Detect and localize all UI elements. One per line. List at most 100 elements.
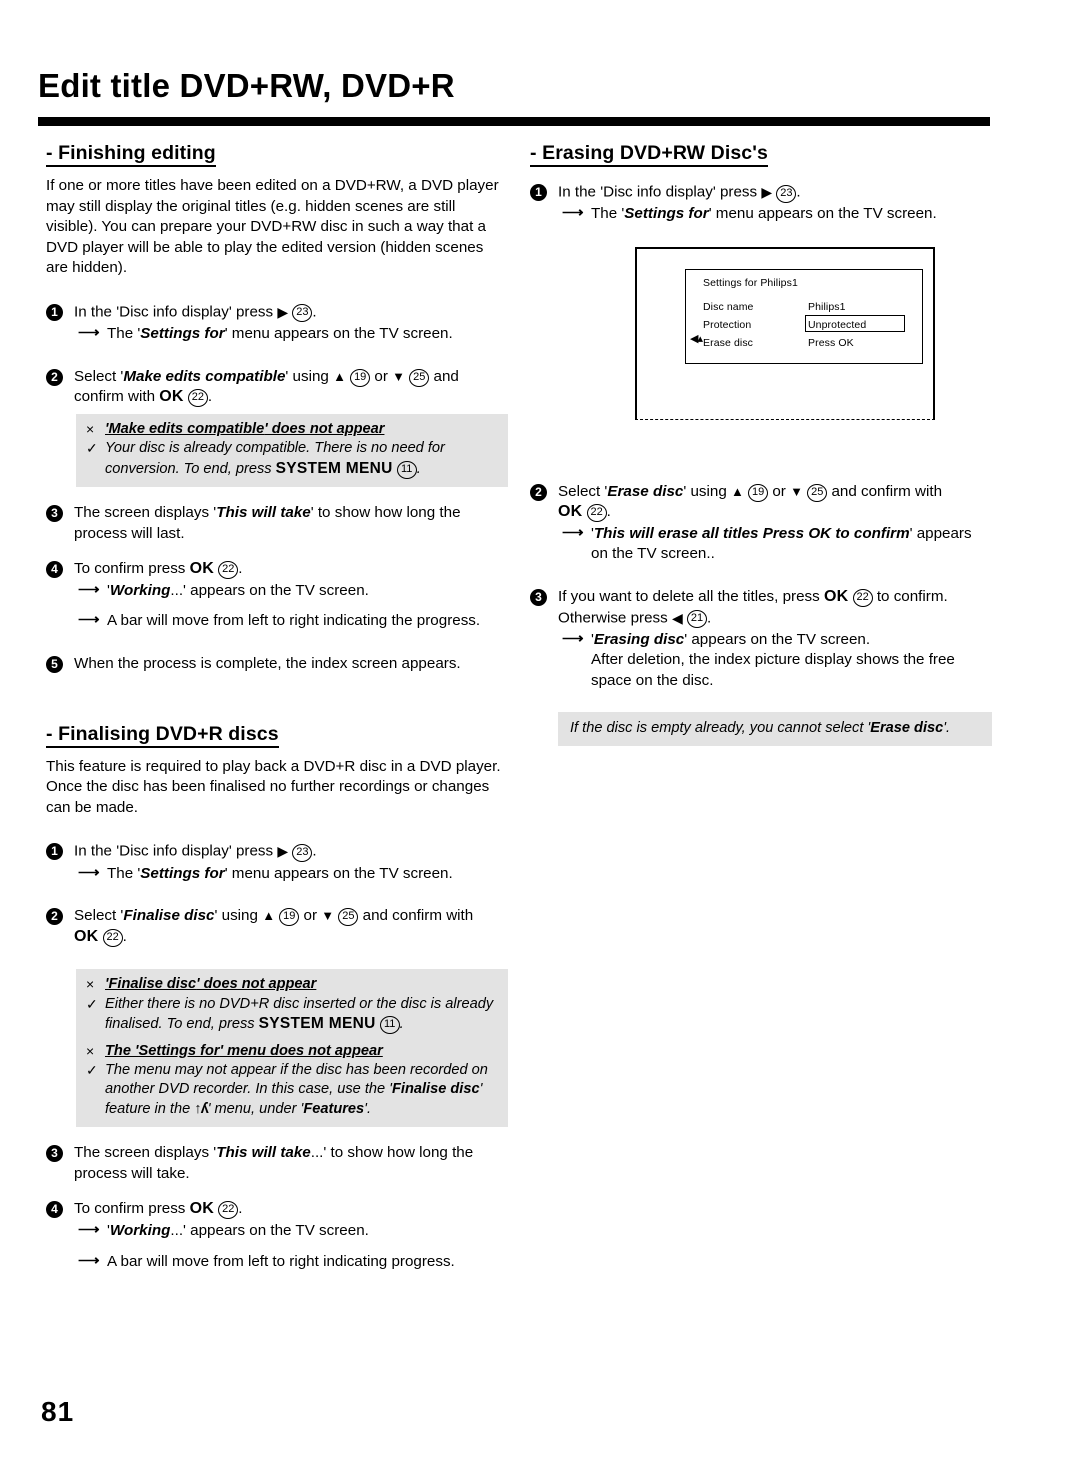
result-emphasis: Erasing disc (593, 630, 685, 648)
step-1-finalising: 1 In the 'Disc info display' press ▶ 23.… (46, 841, 508, 884)
step-text-a: Select ' (558, 482, 608, 500)
note-body-row-2: ✓ The menu may not appear if the disc ha… (86, 1061, 498, 1119)
manual-page: Edit title DVD+RW, DVD+R - Finishing edi… (0, 0, 1080, 1473)
result-text-b: ' appears on the TV screen. (684, 630, 871, 648)
step-text-end: . (796, 183, 801, 201)
note-body-2-d: '. (364, 1100, 371, 1117)
tools-icon: ↑ʎ (194, 1100, 208, 1117)
section-heading-finalising-dvdr: - Finalising DVD+R discs (46, 723, 279, 748)
right-arrow-icon: ▶ (277, 303, 289, 320)
step-text-a: Select ' (74, 367, 124, 385)
ok-key-label: OK (189, 560, 215, 578)
header-rule (38, 117, 990, 126)
ok-key-label: OK (823, 588, 849, 606)
note-heading-emphasis: Finalise disc (108, 976, 197, 993)
tip-text-a: If the disc is empty already, you cannot… (570, 719, 871, 736)
check-icon: ✓ (86, 440, 98, 457)
osd-row-value-erase-disc: Press OK (808, 336, 854, 349)
step-text: When the process is complete, the index … (74, 655, 461, 673)
step-number-badge: 3 (46, 505, 63, 523)
result-text-b: ' menu appears on the TV screen. (224, 864, 453, 882)
step-number-badge: 4 (46, 561, 63, 579)
result-text-a: The ' (591, 205, 625, 223)
button-ref-21: 21 (686, 610, 707, 629)
step-3-erasing: 3 If you want to delete all the titles, … (530, 587, 992, 691)
tip-box-erase-disc: If the disc is empty already, you cannot… (558, 711, 992, 746)
button-ref-25: 25 (807, 483, 828, 502)
right-arrow-icon: ▶ (277, 843, 289, 860)
button-ref-22: 22 (218, 1201, 239, 1220)
note-heading-emphasis: Make edits compatible (108, 420, 265, 437)
osd-row-label-erase-disc: Erase disc (703, 336, 754, 349)
ok-key-label: OK (159, 388, 184, 406)
note-body-2-emphasis-2: Features (303, 1100, 365, 1117)
step-2-finalising: 2 Select 'Finalise disc' using ▲ 19 or ▼… (46, 906, 508, 947)
right-arrow-icon: ▶ (761, 184, 773, 200)
left-column: - Finishing editing If one or more title… (46, 142, 508, 1278)
step-text: In the 'Disc info display' press (558, 183, 758, 201)
system-menu-key-label: SYSTEM MENU (275, 459, 393, 477)
button-ref-22: 22 (852, 589, 873, 608)
result-arrow-icon: ⟶ (78, 863, 100, 881)
step-text-end: . (312, 842, 317, 860)
page-number: 81 (41, 1396, 75, 1427)
step-text-end: . (312, 303, 317, 321)
result-text-a: The ' (107, 864, 141, 882)
button-ref-22: 22 (102, 928, 123, 947)
step-text-b: ' using (285, 367, 329, 385)
step-number-badge: 2 (46, 368, 63, 386)
cross-icon: × (86, 420, 95, 437)
osd-settings-panel: Settings for Philips1 Disc name Philips1… (685, 268, 923, 364)
step-text-a: To confirm press (74, 560, 186, 578)
step-number-badge: 4 (46, 1201, 63, 1219)
result-emphasis: Working (109, 581, 171, 599)
result-arrow-icon: ⟶ (78, 1220, 100, 1238)
step-text-a: To confirm press (74, 1200, 186, 1218)
step-number-badge: 2 (46, 908, 63, 926)
step-text-c: and confirm with (831, 482, 943, 500)
result-arrow-icon: ⟶ (78, 580, 100, 598)
step-text-b: ' using (214, 907, 258, 925)
button-ref-23: 23 (292, 304, 313, 323)
osd-cursor-icon: ◀▴ (690, 332, 703, 345)
step-number-badge: 1 (530, 184, 547, 201)
step-2-result: ⟶ 'This will erase all titles Press OK to… (558, 524, 992, 565)
up-arrow-icon: ▲ (262, 908, 276, 924)
result-text-b: ' menu appears on the TV screen. (708, 205, 937, 223)
or-text: or (374, 367, 388, 385)
up-arrow-icon: ▲ (333, 368, 346, 384)
step-emphasis: Finalise disc (123, 907, 215, 925)
step-3-finalising: 3 The screen displays 'This will take...… (46, 1143, 508, 1184)
button-ref-25: 25 (338, 908, 359, 927)
button-ref-11: 11 (396, 460, 417, 479)
section-heading-finishing-editing: - Finishing editing (46, 142, 216, 167)
step-text-c: . (706, 609, 712, 627)
step-number-badge: 3 (46, 1145, 63, 1163)
step-text-a: The screen displays ' (74, 1144, 217, 1162)
button-ref-19: 19 (748, 483, 769, 502)
button-ref-23: 23 (292, 843, 313, 862)
step-1-result: ⟶ The 'Settings for' menu appears on the … (74, 864, 508, 885)
step-number-badge: 5 (46, 656, 63, 674)
step-emphasis: This will take (216, 1144, 311, 1162)
result-text-b: ...' appears on the TV screen. (170, 1221, 369, 1239)
or-text: or (303, 907, 318, 925)
note-heading-row-1: × 'Finalise disc' does not appear (86, 975, 498, 994)
step-2-erasing: 2 Select 'Erase disc' using ▲ 19 or ▼ 25… (530, 482, 992, 565)
result-text: A bar will move from left to right indic… (107, 612, 481, 630)
note-heading-2-emphasis: Settings for (138, 1042, 220, 1059)
up-arrow-icon: ▲ (731, 483, 744, 499)
button-ref-11: 11 (379, 1016, 400, 1035)
ok-key-label: OK (74, 927, 99, 945)
step-4-result-2: ⟶ A bar will move from left to right indi… (74, 1252, 508, 1273)
step-1-result: ⟶ The 'Settings for' menu appears on the … (74, 324, 508, 345)
step-text-d: . (606, 503, 611, 521)
note-heading-row-2: × The 'Settings for' menu does not appea… (86, 1042, 498, 1061)
check-icon: ✓ (86, 995, 98, 1012)
note-body-2-emphasis-1: Finalise disc (391, 1081, 480, 1098)
osd-row-value-protection: Unprotected (808, 318, 867, 331)
step-text-c: and confirm with (362, 907, 474, 925)
step-4-result-1: ⟶ 'Working...' appears on the TV screen. (74, 1221, 508, 1242)
section-heading-erasing-dvdrw: - Erasing DVD+RW Disc's (530, 142, 768, 167)
tip-text-b: '. (943, 719, 951, 736)
